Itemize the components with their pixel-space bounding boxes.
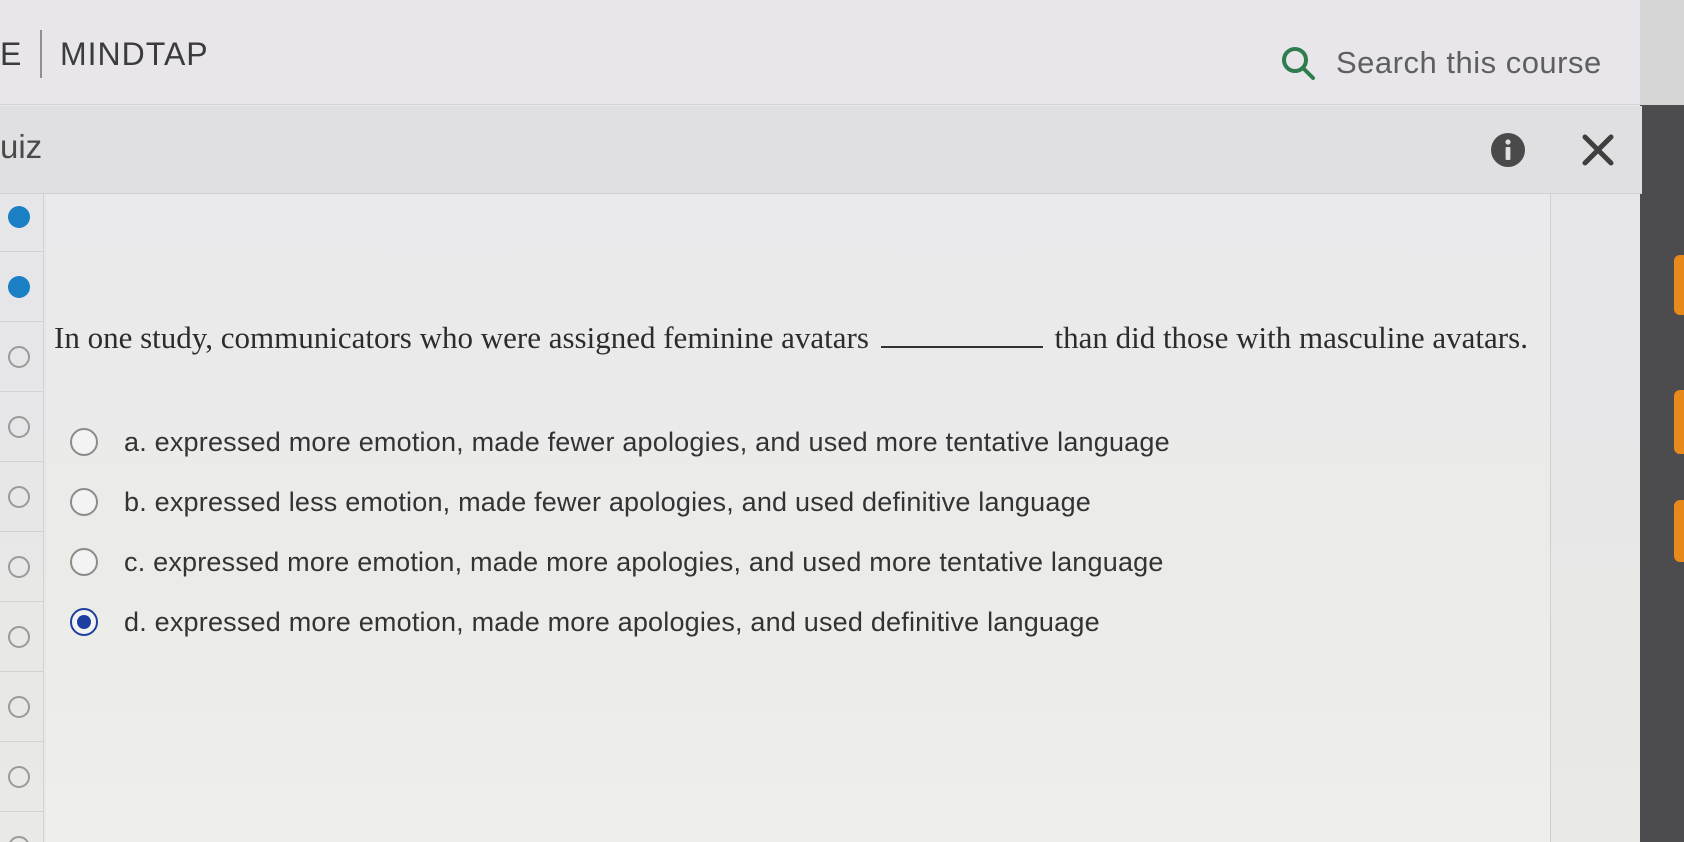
radio-button[interactable]	[70, 428, 98, 456]
question-text: In one study, communicators who were ass…	[54, 316, 1544, 360]
unanswered-circle-icon	[8, 766, 30, 788]
question-blank	[880, 320, 1043, 348]
info-icon[interactable]	[1490, 132, 1526, 168]
top-header: E MINDTAP Search this course	[0, 0, 1640, 105]
question-nav-item[interactable]	[0, 392, 44, 462]
radio-button[interactable]	[70, 548, 98, 576]
question-nav-item[interactable]	[0, 742, 44, 812]
answer-choice-label[interactable]: a. expressed more emotion, made fewer ap…	[124, 427, 1170, 458]
answer-choice[interactable]: c. expressed more emotion, made more apo…	[70, 532, 1170, 592]
brand-divider	[40, 30, 42, 78]
unanswered-circle-icon	[8, 416, 30, 438]
answer-choice[interactable]: d. expressed more emotion, made more apo…	[70, 592, 1170, 652]
question-progress-rail	[0, 194, 44, 842]
answer-choice[interactable]: a. expressed more emotion, made fewer ap…	[70, 412, 1170, 472]
unanswered-circle-icon	[8, 626, 30, 648]
question-nav-item[interactable]	[0, 812, 44, 842]
question-text-after: than did those with masculine avatars.	[1054, 320, 1528, 355]
brand-prefix: E	[0, 36, 23, 72]
question-nav-item[interactable]	[0, 252, 44, 322]
unanswered-circle-icon	[8, 836, 30, 842]
brand-logo-text[interactable]: MINDTAP	[60, 36, 209, 73]
question-nav-item[interactable]	[0, 672, 44, 742]
quiz-title-bar: uiz	[0, 106, 1642, 194]
radio-button[interactable]	[70, 608, 98, 636]
unanswered-circle-icon	[8, 486, 30, 508]
question-text-before: In one study, communicators who were ass…	[54, 320, 869, 355]
close-icon[interactable]	[1580, 132, 1616, 168]
question-panel: In one study, communicators who were ass…	[46, 194, 1551, 842]
unanswered-circle-icon	[8, 696, 30, 718]
question-nav-item[interactable]	[0, 182, 44, 252]
search-course[interactable]: Search this course	[1278, 40, 1618, 86]
question-nav-item[interactable]	[0, 322, 44, 392]
quiz-title: uiz	[0, 128, 43, 165]
answer-choice-label[interactable]: b. expressed less emotion, made fewer ap…	[124, 487, 1091, 518]
answer-choice-label[interactable]: d. expressed more emotion, made more apo…	[124, 607, 1100, 638]
answer-choice[interactable]: b. expressed less emotion, made fewer ap…	[70, 472, 1170, 532]
answered-dot-icon	[8, 276, 30, 298]
side-tab[interactable]	[1674, 390, 1684, 454]
answer-choice-label[interactable]: c. expressed more emotion, made more apo…	[124, 547, 1164, 578]
window-edge	[1640, 0, 1684, 105]
search-icon	[1282, 47, 1315, 80]
unanswered-circle-icon	[8, 346, 30, 368]
question-nav-item[interactable]	[0, 462, 44, 532]
question-nav-item[interactable]	[0, 532, 44, 602]
question-nav-item[interactable]	[0, 602, 44, 672]
answered-dot-icon	[8, 206, 30, 228]
page: E MINDTAP Search this course uiz In one …	[0, 0, 1684, 842]
search-placeholder[interactable]: Search this course	[1336, 45, 1602, 81]
unanswered-circle-icon	[8, 556, 30, 578]
side-tab[interactable]	[1674, 255, 1684, 315]
side-panel-edge	[1640, 105, 1684, 842]
answer-choices: a. expressed more emotion, made fewer ap…	[70, 412, 1170, 652]
side-tab[interactable]	[1674, 500, 1684, 562]
radio-button[interactable]	[70, 488, 98, 516]
